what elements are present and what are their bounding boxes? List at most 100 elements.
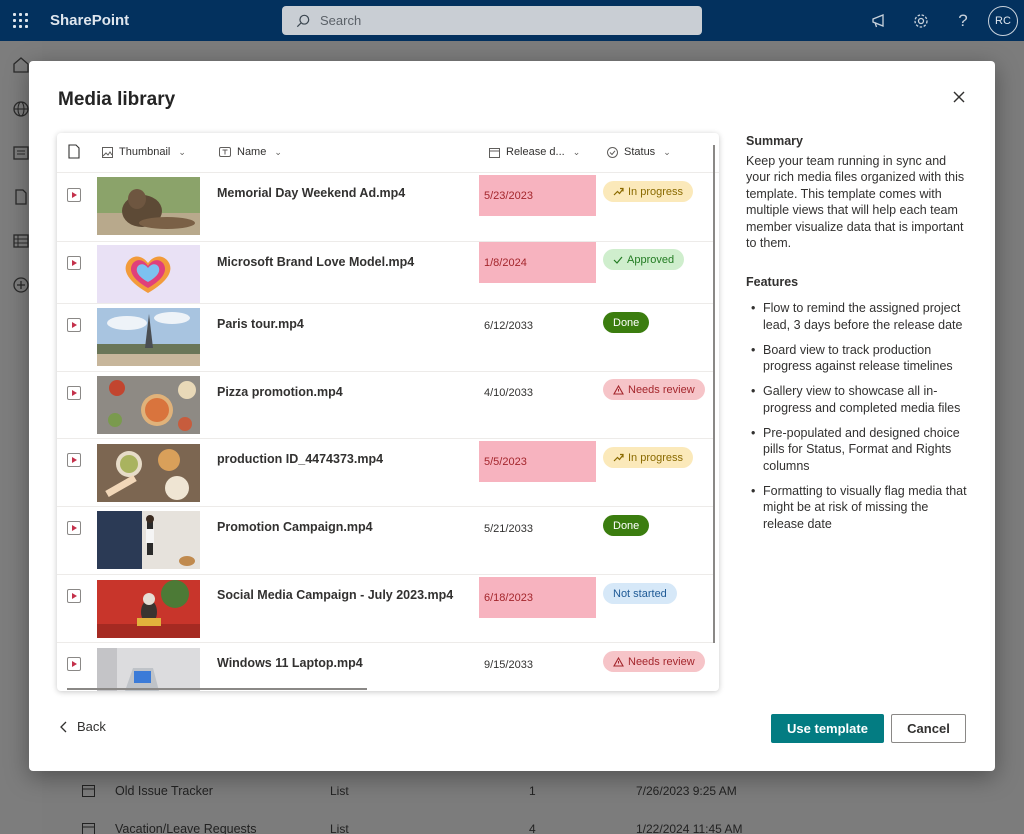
status-badge[interactable]: Needs review bbox=[603, 651, 705, 672]
status-badge[interactable]: In progress bbox=[603, 447, 694, 468]
trending-up-icon bbox=[613, 453, 624, 462]
column-header-release-date[interactable]: Release d... ⌄ bbox=[489, 146, 580, 158]
features-list: Flow to remind the assigned project lead… bbox=[746, 300, 971, 532]
file-name[interactable]: Promotion Campaign.mp4 bbox=[217, 520, 373, 534]
file-name[interactable]: Memorial Day Weekend Ad.mp4 bbox=[217, 186, 405, 200]
close-button[interactable] bbox=[947, 85, 971, 109]
feature-item: Pre-populated and designed choice pills … bbox=[746, 425, 971, 475]
file-name[interactable]: Social Media Campaign - July 2023.mp4 bbox=[217, 588, 453, 602]
table-row[interactable]: production ID_4474373.mp4 5/5/2023 In pr… bbox=[57, 439, 713, 507]
chevron-left-icon bbox=[60, 721, 67, 732]
avatar[interactable]: RC bbox=[988, 5, 1018, 36]
list-item[interactable]: Vacation/Leave Requests List 4 1/22/2024… bbox=[82, 818, 782, 834]
check-circle-icon bbox=[607, 146, 618, 158]
document-icon[interactable] bbox=[12, 188, 30, 206]
gear-icon bbox=[914, 13, 928, 28]
table-row[interactable]: Microsoft Brand Love Model.mp4 1/8/2024 … bbox=[57, 242, 713, 304]
help-button[interactable]: ? bbox=[942, 0, 984, 41]
list-icon bbox=[82, 785, 95, 797]
back-button[interactable]: Back bbox=[59, 719, 106, 734]
chevron-down-icon: ⌄ bbox=[663, 146, 671, 157]
file-name[interactable]: Microsoft Brand Love Model.mp4 bbox=[217, 255, 414, 269]
release-date: 6/12/2033 bbox=[484, 319, 533, 332]
notification-button[interactable] bbox=[858, 0, 900, 41]
file-name[interactable]: Windows 11 Laptop.mp4 bbox=[217, 656, 363, 670]
list-name[interactable]: Old Issue Tracker bbox=[115, 784, 213, 798]
table-row[interactable]: Memorial Day Weekend Ad.mp4 5/23/2023 In… bbox=[57, 173, 713, 242]
file-name[interactable]: Paris tour.mp4 bbox=[217, 317, 304, 331]
horizontal-scrollbar[interactable] bbox=[67, 688, 367, 690]
release-date: 5/21/2033 bbox=[484, 522, 533, 535]
chevron-down-icon: ⌄ bbox=[178, 146, 186, 157]
back-label: Back bbox=[77, 719, 106, 734]
settings-button[interactable] bbox=[900, 0, 942, 41]
megaphone-icon bbox=[871, 13, 884, 27]
thumbnail-paris-image bbox=[97, 308, 200, 366]
vertical-scrollbar[interactable] bbox=[713, 145, 715, 643]
list-modified: 1/22/2024 11:45 AM bbox=[636, 822, 743, 834]
media-library-dialog: Media library Thumbnail ⌄ Name ⌄ Release… bbox=[29, 61, 995, 771]
globe-icon[interactable] bbox=[12, 100, 30, 118]
release-date: 1/8/2024 bbox=[479, 242, 596, 283]
status-badge[interactable]: Not started bbox=[603, 583, 677, 604]
close-icon bbox=[953, 91, 965, 103]
chevron-down-icon: ⌄ bbox=[572, 146, 581, 157]
file-name[interactable]: Pizza promotion.mp4 bbox=[217, 385, 343, 399]
file-name[interactable]: production ID_4474373.mp4 bbox=[217, 452, 383, 466]
list-count: 1 bbox=[529, 784, 536, 798]
search-icon bbox=[296, 14, 310, 27]
use-template-button[interactable]: Use template bbox=[771, 714, 884, 743]
status-text: Approved bbox=[627, 253, 675, 266]
warning-icon bbox=[613, 656, 624, 667]
list-modified: 7/26/2023 9:25 AM bbox=[636, 784, 737, 798]
thumbnail-laptop-image bbox=[97, 648, 200, 691]
release-date: 5/23/2023 bbox=[479, 175, 596, 216]
table-row[interactable]: Promotion Campaign.mp4 5/21/2033 Done bbox=[57, 507, 713, 575]
status-badge[interactable]: Approved bbox=[603, 249, 685, 270]
table-row[interactable]: Windows 11 Laptop.mp4 9/15/2033 Needs re… bbox=[57, 643, 713, 691]
status-badge[interactable]: Done bbox=[603, 515, 650, 536]
dialog-title: Media library bbox=[58, 89, 176, 110]
summary-panel: Summary Keep your team running in sync a… bbox=[746, 133, 971, 541]
search-box[interactable] bbox=[282, 6, 702, 35]
file-icon bbox=[68, 144, 80, 159]
column-label: Release d... bbox=[506, 146, 565, 158]
table-row[interactable]: Paris tour.mp4 6/12/2033 Done bbox=[57, 304, 713, 372]
video-file-icon bbox=[67, 318, 81, 332]
status-badge[interactable]: Done bbox=[603, 312, 650, 333]
suite-bar: SharePoint ? RC bbox=[0, 0, 1024, 41]
status-text: Done bbox=[613, 519, 640, 532]
release-date: 6/18/2023 bbox=[479, 577, 596, 618]
release-date: 4/10/2033 bbox=[484, 386, 533, 399]
app-name[interactable]: SharePoint bbox=[50, 12, 129, 29]
list-header: Thumbnail ⌄ Name ⌄ Release d... ⌄ Status… bbox=[57, 133, 719, 173]
search-input[interactable] bbox=[320, 13, 680, 28]
list-name[interactable]: Vacation/Leave Requests bbox=[115, 822, 257, 834]
file-type-header[interactable] bbox=[68, 144, 80, 159]
news-icon[interactable] bbox=[12, 144, 30, 162]
table-row[interactable]: Pizza promotion.mp4 4/10/2033 Needs revi… bbox=[57, 372, 713, 439]
column-header-name[interactable]: Name ⌄ bbox=[219, 146, 282, 158]
status-badge[interactable]: In progress bbox=[603, 181, 694, 202]
list-count: 4 bbox=[529, 822, 536, 834]
status-badge[interactable]: Needs review bbox=[603, 379, 705, 400]
column-label: Status bbox=[624, 146, 656, 158]
list-item[interactable]: Old Issue Tracker List 1 7/26/2023 9:25 … bbox=[82, 780, 782, 804]
image-icon bbox=[102, 146, 113, 158]
app-launcher-button[interactable] bbox=[0, 0, 40, 41]
column-header-thumbnail[interactable]: Thumbnail ⌄ bbox=[102, 146, 186, 158]
chevron-down-icon: ⌄ bbox=[274, 146, 282, 157]
template-preview: Thumbnail ⌄ Name ⌄ Release d... ⌄ Status… bbox=[57, 133, 719, 691]
cancel-button[interactable]: Cancel bbox=[891, 714, 966, 743]
add-icon[interactable] bbox=[12, 276, 30, 294]
table-row[interactable]: Social Media Campaign - July 2023.mp4 6/… bbox=[57, 575, 713, 643]
thumbnail-social-image bbox=[97, 580, 200, 638]
video-file-icon bbox=[67, 256, 81, 270]
video-file-icon bbox=[67, 188, 81, 202]
column-label: Name bbox=[237, 146, 267, 158]
warning-icon bbox=[613, 384, 624, 395]
column-header-status[interactable]: Status ⌄ bbox=[607, 146, 671, 158]
list-icon[interactable] bbox=[12, 232, 30, 250]
home-icon[interactable] bbox=[12, 56, 30, 74]
list-type: List bbox=[330, 822, 349, 834]
